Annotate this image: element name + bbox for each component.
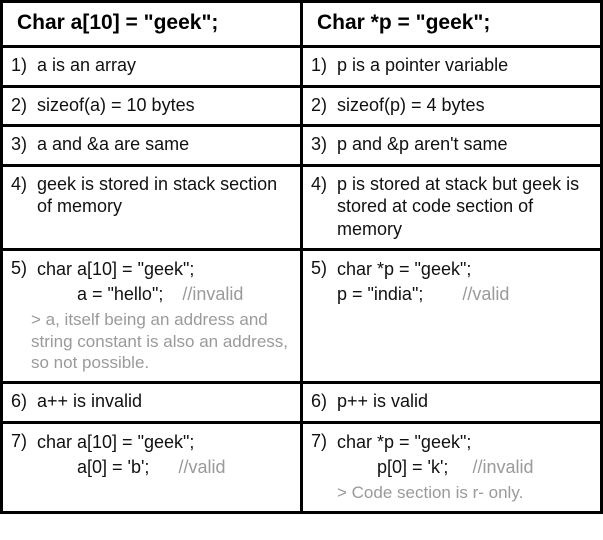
- row-number: 1): [11, 54, 37, 77]
- code-line: char a[10] = "geek";: [37, 257, 292, 282]
- cell-text: p is a pointer variable: [337, 54, 592, 77]
- cell-text: p is stored at stack but geek is stored …: [337, 173, 592, 241]
- code-line: a[0] = 'b';: [77, 457, 153, 477]
- row-number: 3): [311, 133, 337, 156]
- code-line: char *p = "geek";: [337, 257, 592, 282]
- code-line: char *p = "geek";: [337, 430, 592, 455]
- table-row: 4) geek is stored in stack section of me…: [2, 165, 602, 250]
- row-number: 4): [311, 173, 337, 241]
- row-number: 1): [311, 54, 337, 77]
- cell-text: geek is stored in stack section of memor…: [37, 173, 292, 218]
- note-text: > Code section is r- only.: [311, 482, 592, 503]
- row-number: 3): [11, 133, 37, 156]
- cell-text: sizeof(p) = 4 bytes: [337, 94, 592, 117]
- code-line: p[0] = 'k';: [377, 457, 452, 477]
- code-line: char a[10] = "geek";: [37, 430, 292, 455]
- cell-text: a is an array: [37, 54, 292, 77]
- cell-text: a++ is invalid: [37, 390, 292, 413]
- header-right: Char *p = "geek";: [302, 2, 602, 47]
- comparison-table: Char a[10] = "geek"; Char *p = "geek"; 1…: [0, 0, 603, 514]
- row-number: 2): [311, 94, 337, 117]
- cell-text: sizeof(a) = 10 bytes: [37, 94, 292, 117]
- table-row: 2) sizeof(a) = 10 bytes 2) sizeof(p) = 4…: [2, 86, 602, 126]
- row-number: 5): [311, 257, 337, 307]
- table-row: 6) a++ is invalid 6) p++ is valid: [2, 383, 602, 423]
- comment-text: //invalid: [182, 284, 243, 304]
- comment-text: //valid: [462, 284, 509, 304]
- row-number: 7): [311, 430, 337, 480]
- cell-text: a and &a are same: [37, 133, 292, 156]
- table-row: 7) char a[10] = "geek"; a[0] = 'b'; //va…: [2, 422, 602, 513]
- note-text: > a, itself being an address and string …: [11, 309, 292, 373]
- row-number: 7): [11, 430, 37, 480]
- row-number: 2): [11, 94, 37, 117]
- row-number: 6): [311, 390, 337, 413]
- table-row: 5) char a[10] = "geek"; a = "hello"; //i…: [2, 250, 602, 383]
- table-row: 3) a and &a are same 3) p and &p aren't …: [2, 126, 602, 166]
- row-number: 5): [11, 257, 37, 307]
- cell-text: p and &p aren't same: [337, 133, 592, 156]
- code-line: p = "india";: [337, 284, 427, 304]
- row-number: 4): [11, 173, 37, 218]
- comment-text: //invalid: [472, 457, 533, 477]
- header-left: Char a[10] = "geek";: [2, 2, 302, 47]
- comment-text: //valid: [178, 457, 225, 477]
- row-number: 6): [11, 390, 37, 413]
- code-line: a = "hello";: [77, 284, 167, 304]
- cell-text: p++ is valid: [337, 390, 592, 413]
- table-row: 1) a is an array 1) p is a pointer varia…: [2, 47, 602, 87]
